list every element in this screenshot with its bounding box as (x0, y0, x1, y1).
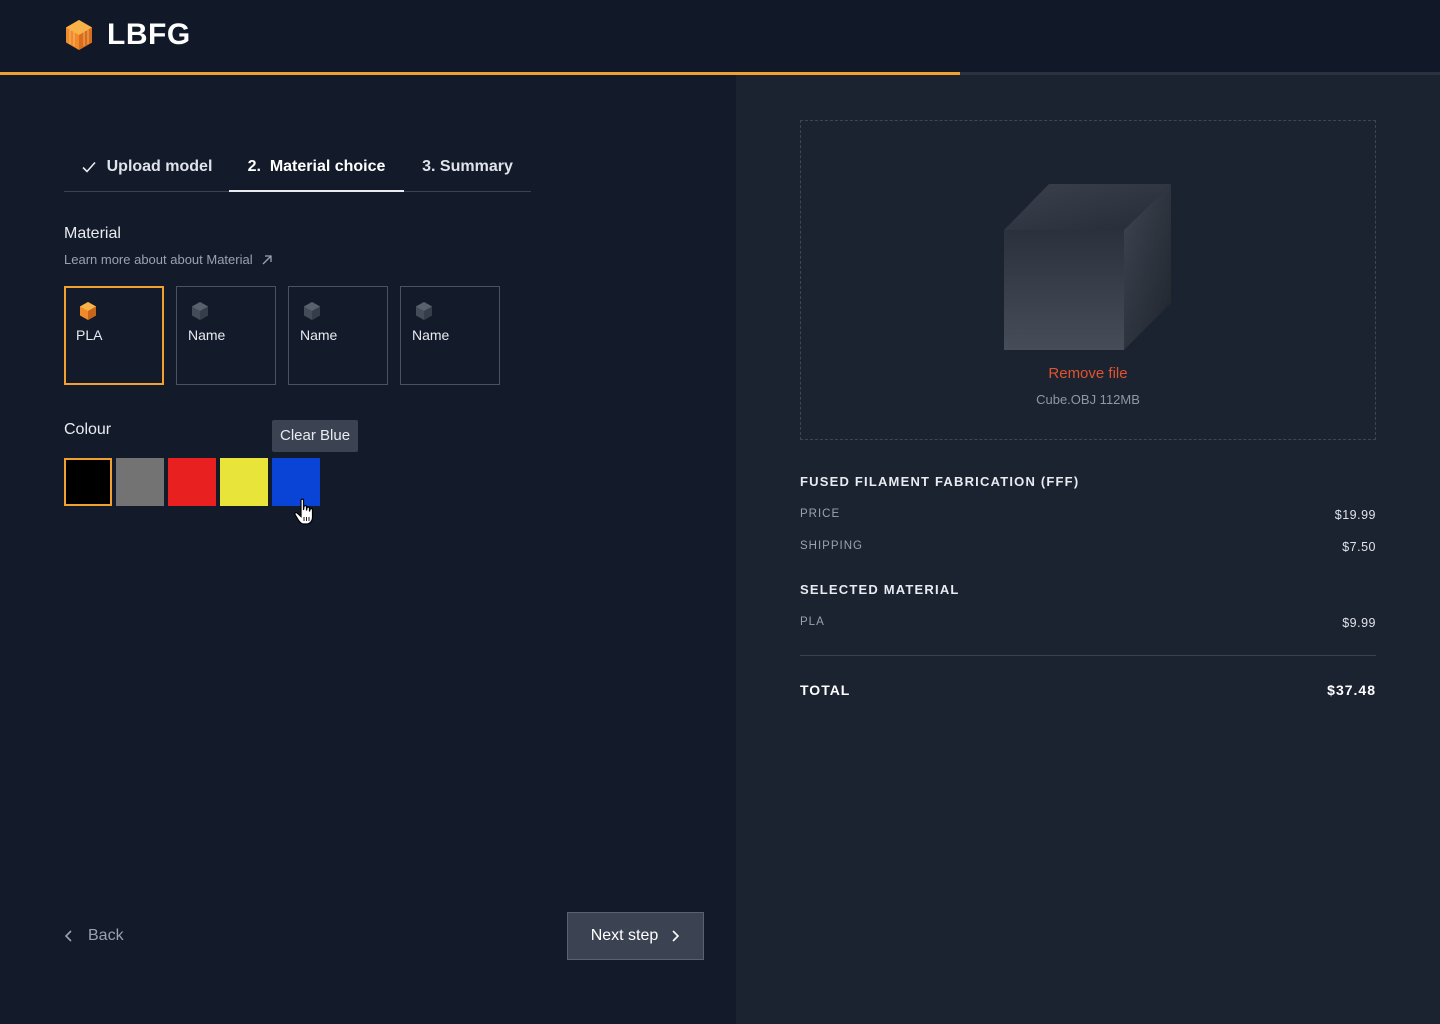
price-value: $19.99 (1334, 508, 1376, 522)
material-card-pla[interactable]: PLA (64, 286, 164, 385)
chevron-right-icon (672, 930, 680, 942)
back-button-label: Back (88, 927, 124, 944)
next-step-button[interactable]: Next step (567, 912, 704, 960)
material-row-value: $9.99 (1342, 616, 1376, 630)
material-card-label: Name (412, 327, 450, 343)
learn-more-label: Learn more about about Material (64, 252, 253, 267)
learn-more-link[interactable]: Learn more about about Material (64, 252, 273, 267)
material-card[interactable]: Name (400, 286, 500, 385)
fff-heading: FUSED FILAMENT FABRICATION (FFF) (800, 474, 1080, 489)
order-summary-panel: Remove file Cube.OBJ 112MB FUSED FILAMEN… (736, 75, 1440, 1024)
colour-swatch-black[interactable] (64, 458, 112, 506)
tab-material-choice-label: 2. Material choice (247, 157, 386, 175)
price-row: PRICE $19.99 (800, 508, 1376, 522)
colour-swatches (64, 458, 320, 506)
material-row: PLA $9.99 (800, 616, 1376, 630)
colour-swatch-yellow[interactable] (220, 458, 268, 506)
hexagon-logo-icon (66, 20, 92, 50)
cube-icon (304, 302, 320, 320)
cube-icon (192, 302, 208, 320)
total-label: TOTAL (800, 682, 851, 698)
material-card-label: Name (300, 327, 338, 343)
price-label: PRICE (800, 508, 841, 520)
fff-section: FUSED FILAMENT FABRICATION (FFF) (800, 474, 1376, 489)
material-card[interactable]: Name (288, 286, 388, 385)
file-info: Cube.OBJ 112MB (1036, 392, 1140, 407)
cube-icon (80, 302, 96, 320)
tab-summary-label: 3. Summary (422, 158, 513, 175)
tab-material-choice[interactable]: 2. Material choice (229, 143, 404, 192)
total-row: TOTAL $37.48 (800, 682, 1376, 698)
shipping-value: $7.50 (1342, 540, 1376, 554)
remove-file-button[interactable]: Remove file (801, 365, 1375, 382)
tab-upload-model-label: Upload model (106, 158, 213, 175)
colour-tooltip: Clear Blue (272, 420, 359, 452)
logo[interactable]: LBFG (64, 18, 191, 52)
material-card[interactable]: Name (176, 286, 276, 385)
check-icon (82, 161, 96, 173)
material-label: Material (64, 225, 121, 242)
external-link-icon (262, 254, 272, 264)
total-value: $37.48 (1327, 682, 1376, 698)
material-card-label: PLA (76, 327, 103, 343)
colour-label: Colour (64, 421, 112, 438)
chevron-left-icon (64, 930, 72, 942)
divider (800, 655, 1376, 656)
next-step-label: Next step (590, 927, 659, 944)
material-section: SELECTED MATERIAL (800, 582, 1376, 597)
cube-icon (416, 302, 432, 320)
top-bar: LBFG (0, 0, 1440, 72)
file-dropzone[interactable]: Remove file Cube.OBJ 112MB (800, 120, 1376, 440)
tab-summary[interactable]: 3. Summary (404, 143, 531, 191)
shipping-label: SHIPPING (800, 540, 863, 552)
tab-upload-model[interactable]: Upload model (64, 143, 229, 191)
selected-material-heading: SELECTED MATERIAL (800, 582, 960, 597)
colour-swatch-red[interactable] (168, 458, 216, 506)
shipping-row: SHIPPING $7.50 (800, 540, 1376, 554)
configurator-panel: Upload model 2. Material choice 3. Summa… (0, 75, 736, 1024)
brand-name: LBFG (107, 18, 191, 51)
colour-swatch-grey[interactable] (116, 458, 164, 506)
hand-pointer-icon (294, 498, 314, 525)
material-row-label: PLA (800, 616, 825, 628)
model-preview-cube (1004, 184, 1171, 350)
back-button[interactable]: Back (64, 923, 124, 949)
material-options: PLA Name Name Name (64, 286, 500, 385)
step-tabs: Upload model 2. Material choice 3. Summa… (64, 143, 531, 192)
material-card-label: Name (188, 327, 226, 343)
